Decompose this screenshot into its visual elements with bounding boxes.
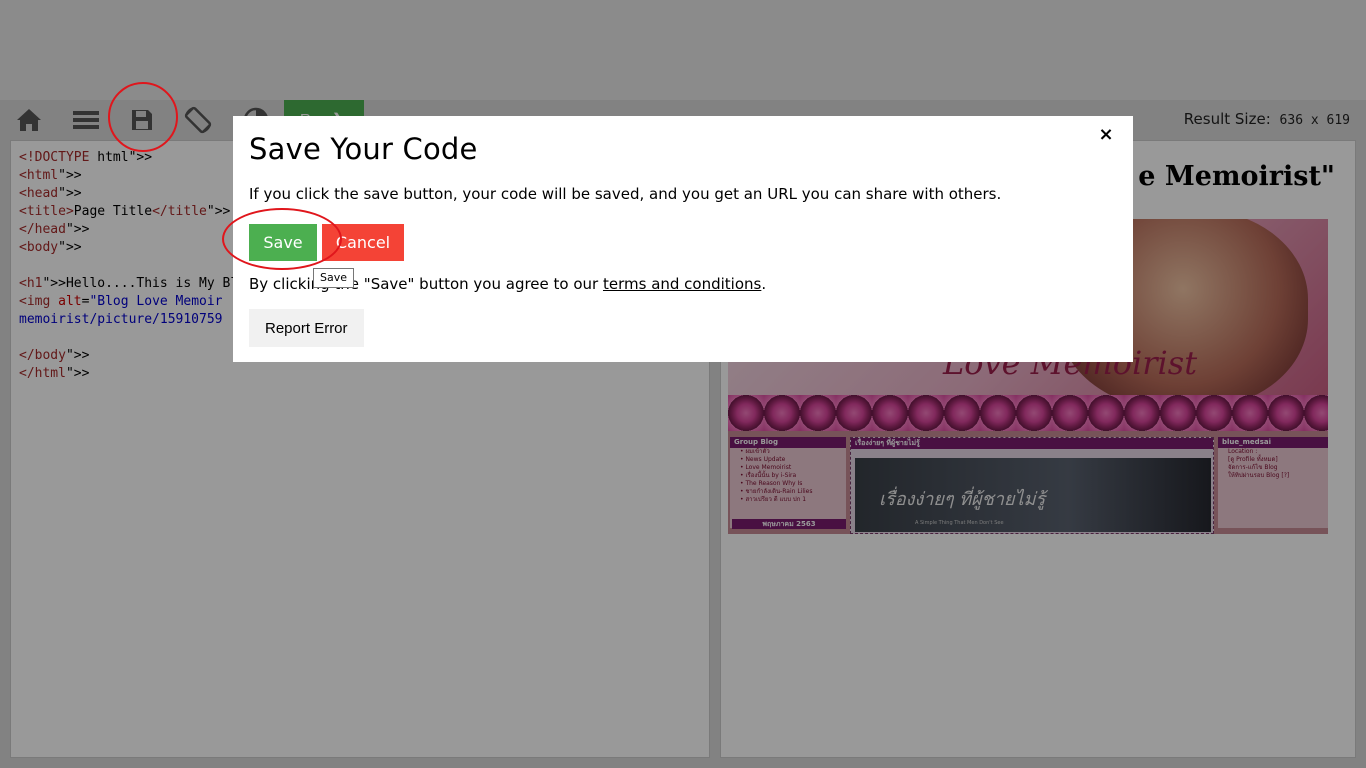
annotation-circle-save-button — [222, 208, 342, 270]
modal-description: If you click the save button, your code … — [249, 185, 1002, 203]
save-tooltip: Save — [313, 268, 355, 288]
modal-title: Save Your Code — [249, 132, 478, 166]
report-error-button[interactable]: Report Error — [249, 309, 364, 347]
terms-suffix: . — [761, 275, 767, 293]
close-icon[interactable]: × — [1095, 124, 1117, 146]
terms-prefix: By clicking the "Save" button you agree … — [249, 275, 603, 293]
annotation-circle-save-icon — [108, 82, 178, 152]
save-code-modal: Save Your Code × If you click the save b… — [233, 116, 1133, 362]
terms-link[interactable]: terms and conditions — [603, 275, 761, 293]
